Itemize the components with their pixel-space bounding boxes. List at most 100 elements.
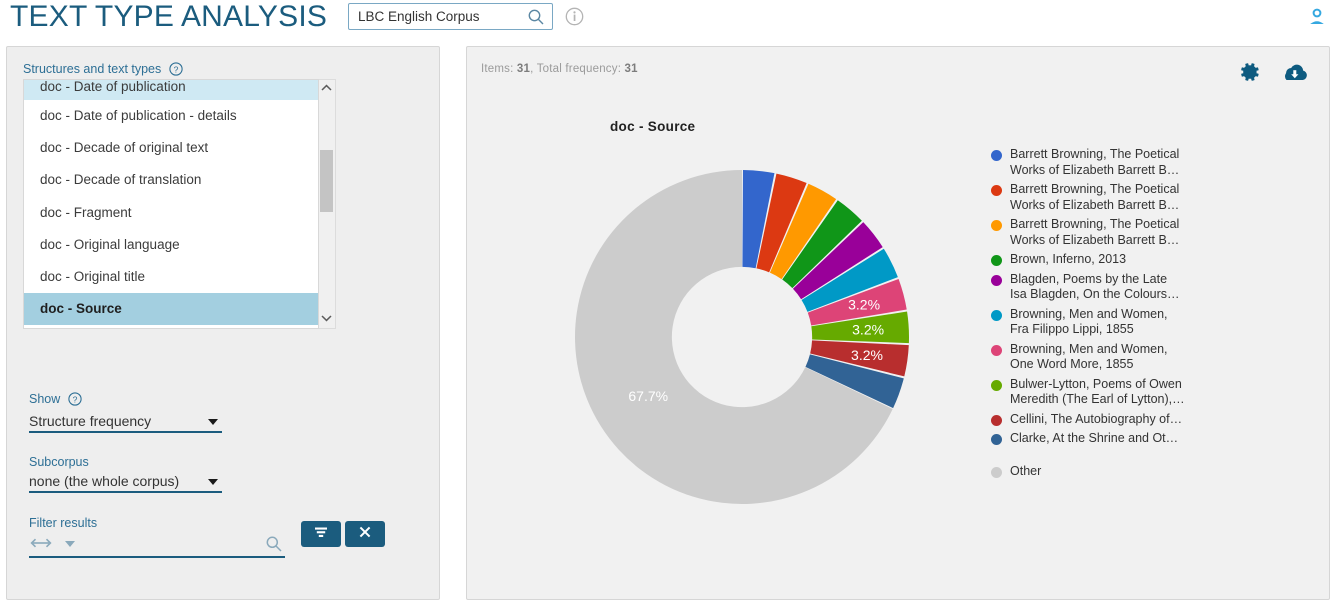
apply-filter-button[interactable] xyxy=(301,521,341,547)
list-item-label: doc - Date of publication xyxy=(40,80,186,94)
legend-label-continued: Works of Elizabeth Barrett B… xyxy=(1010,162,1180,177)
help-icon[interactable]: ? xyxy=(169,62,183,79)
legend-label-continued: Works of Elizabeth Barrett B… xyxy=(1010,197,1180,212)
list-item-label: doc - Decade of original text xyxy=(40,140,209,156)
list-item-label: doc - Decade of translation xyxy=(40,172,202,188)
legend-color-swatch xyxy=(991,309,1002,321)
list-item[interactable]: doc - Date of publication xyxy=(24,80,318,100)
chevron-down-icon[interactable] xyxy=(65,541,75,547)
chevron-down-icon[interactable] xyxy=(319,311,334,327)
legend-color-swatch xyxy=(991,274,1002,286)
list-item-label: doc - Original title xyxy=(40,268,146,284)
search-icon[interactable] xyxy=(265,535,283,553)
subcorpus-value: none (the whole corpus) xyxy=(29,473,180,489)
corpus-name: LBC English Corpus xyxy=(358,9,480,24)
legend-label: Barrett Browning, The Poetical xyxy=(1010,217,1180,231)
app-header: TEXT TYPE ANALYSIS LBC English Corpus xyxy=(0,0,1337,40)
legend-color-swatch xyxy=(991,220,1002,231)
filter-input[interactable] xyxy=(29,521,385,558)
legend-color-swatch xyxy=(991,150,1002,161)
legend-item[interactable]: Barrett Browning, The Poetical Works of E… xyxy=(986,147,1206,178)
list-item-label: doc - Fragment xyxy=(40,204,132,220)
items-count: 31 xyxy=(516,63,531,75)
donut-chart: 3.2% 3.2% 3.2% 67.7% xyxy=(575,170,909,504)
list-item-selected[interactable]: doc - Source xyxy=(24,293,318,326)
help-icon[interactable]: ? xyxy=(68,392,82,409)
cloud-download-icon[interactable] xyxy=(1281,62,1309,84)
list-item[interactable]: doc - Decade of translation xyxy=(24,164,318,196)
close-icon xyxy=(358,525,372,544)
legend-label: Barrett Browning, The Poetical xyxy=(1010,147,1180,161)
filter-text-input[interactable] xyxy=(87,534,257,554)
legend-item[interactable]: Blagden, Poems by the Late Isa Blagden, O… xyxy=(986,272,1206,303)
svg-text:?: ? xyxy=(72,394,77,404)
show-label: Show ? xyxy=(29,392,222,409)
items-prefix: Items: xyxy=(481,63,514,75)
legend-label: Bulwer-Lytton, Poems of Owen xyxy=(1010,376,1182,391)
text-type-analysis-page: TEXT TYPE ANALYSIS LBC English Corpus St… xyxy=(0,0,1337,606)
legend-label: Cellini, The Autobiography of… xyxy=(1010,411,1183,426)
legend-item[interactable]: Clarke, At the Shrine and Ot… xyxy=(986,431,1206,447)
legend-label: Brown, Inferno, 2013 xyxy=(1010,252,1127,266)
show-value: Structure frequency xyxy=(29,413,152,429)
donut-value-label: 3.2% xyxy=(848,297,880,313)
donut-value-label: 3.2% xyxy=(852,322,884,338)
svg-text:?: ? xyxy=(173,64,178,74)
legend-item[interactable]: Browning, Men and Women, One Word More, 1… xyxy=(986,342,1206,373)
legend-color-swatch xyxy=(991,344,1002,356)
legend-item[interactable]: Cellini, The Autobiography of… xyxy=(986,412,1206,428)
show-control: Show ? Structure frequency xyxy=(29,392,222,433)
legend-item[interactable]: Other xyxy=(986,464,1206,480)
legend-color-swatch xyxy=(991,379,1002,391)
chart-legend: Barrett Browning, The Poetical Works of E… xyxy=(986,147,1206,483)
chevron-down-icon[interactable] xyxy=(208,419,218,425)
legend-label: Blagden, Poems by the Late xyxy=(1010,271,1168,286)
subcorpus-select[interactable]: none (the whole corpus) xyxy=(29,471,222,493)
chevron-up-icon[interactable] xyxy=(319,81,334,97)
legend-color-swatch xyxy=(991,414,1002,426)
donut-value-label: 3.2% xyxy=(851,347,883,363)
list-scrollbar[interactable] xyxy=(319,79,336,329)
legend-label-continued: Meredith (The Earl of Lytton),… xyxy=(1010,392,1185,406)
show-select[interactable]: Structure frequency xyxy=(29,411,222,433)
list-item-label: doc - Source xyxy=(40,301,122,317)
legend-color-swatch xyxy=(991,434,1002,445)
funnel-icon xyxy=(313,525,329,544)
legend-label-continued: Works of Elizabeth Barrett B… xyxy=(1010,232,1180,247)
left-right-arrow-icon[interactable] xyxy=(29,536,53,550)
legend-item[interactable]: Barrett Browning, The Poetical Works of E… xyxy=(986,217,1206,248)
legend-label: Barrett Browning, The Poetical xyxy=(1010,182,1180,196)
gear-icon[interactable] xyxy=(1239,61,1261,83)
legend-label: Browning, Men and Women, xyxy=(1010,341,1168,356)
list-item-label: doc - Original language xyxy=(40,236,180,252)
legend-item[interactable]: Browning, Men and Women, Fra Filippo Lipp… xyxy=(986,307,1206,338)
donut-value-label: 67.7% xyxy=(628,388,668,404)
scrollbar-thumb[interactable] xyxy=(320,150,333,212)
controls-panel: Structures and text types ? doc - Date o… xyxy=(6,46,440,600)
list-item[interactable]: doc - Date of publication - details xyxy=(24,100,318,132)
user-icon[interactable] xyxy=(1307,7,1327,27)
legend-color-swatch xyxy=(991,255,1002,266)
list-item[interactable]: doc - Decade of original text xyxy=(24,132,318,164)
info-icon[interactable] xyxy=(565,7,584,26)
search-icon[interactable] xyxy=(527,8,545,26)
chevron-down-icon[interactable] xyxy=(208,479,218,485)
list-item-label: doc - Date of publication - details xyxy=(40,108,237,123)
filter-control: Filter results xyxy=(29,516,385,558)
structures-list[interactable]: doc - Date of publication doc - Date of … xyxy=(23,79,319,329)
structures-label: Structures and text types ? xyxy=(23,62,183,79)
legend-label-continued: One Word More, 1855 xyxy=(1010,357,1134,371)
legend-item[interactable]: Barrett Browning, The Poetical Works of E… xyxy=(986,182,1206,213)
list-item[interactable]: doc - Original title xyxy=(24,261,318,293)
legend-color-swatch xyxy=(991,466,1002,478)
legend-item[interactable]: Brown, Inferno, 2013 xyxy=(986,252,1206,268)
results-summary: Items: 31, Total frequency: 31 xyxy=(481,63,638,75)
clear-filter-button[interactable] xyxy=(345,521,385,547)
legend-label-continued: Isa Blagden, On the Colours… xyxy=(1010,287,1180,301)
legend-label: Browning, Men and Women, xyxy=(1010,306,1168,321)
corpus-selector[interactable]: LBC English Corpus xyxy=(348,3,553,30)
subcorpus-label: Subcorpus xyxy=(29,455,89,469)
list-item[interactable]: doc - Original language xyxy=(24,229,318,261)
legend-item[interactable]: Bulwer-Lytton, Poems of Owen Meredith (Th… xyxy=(986,377,1206,408)
list-item[interactable]: doc - Fragment xyxy=(24,197,318,229)
